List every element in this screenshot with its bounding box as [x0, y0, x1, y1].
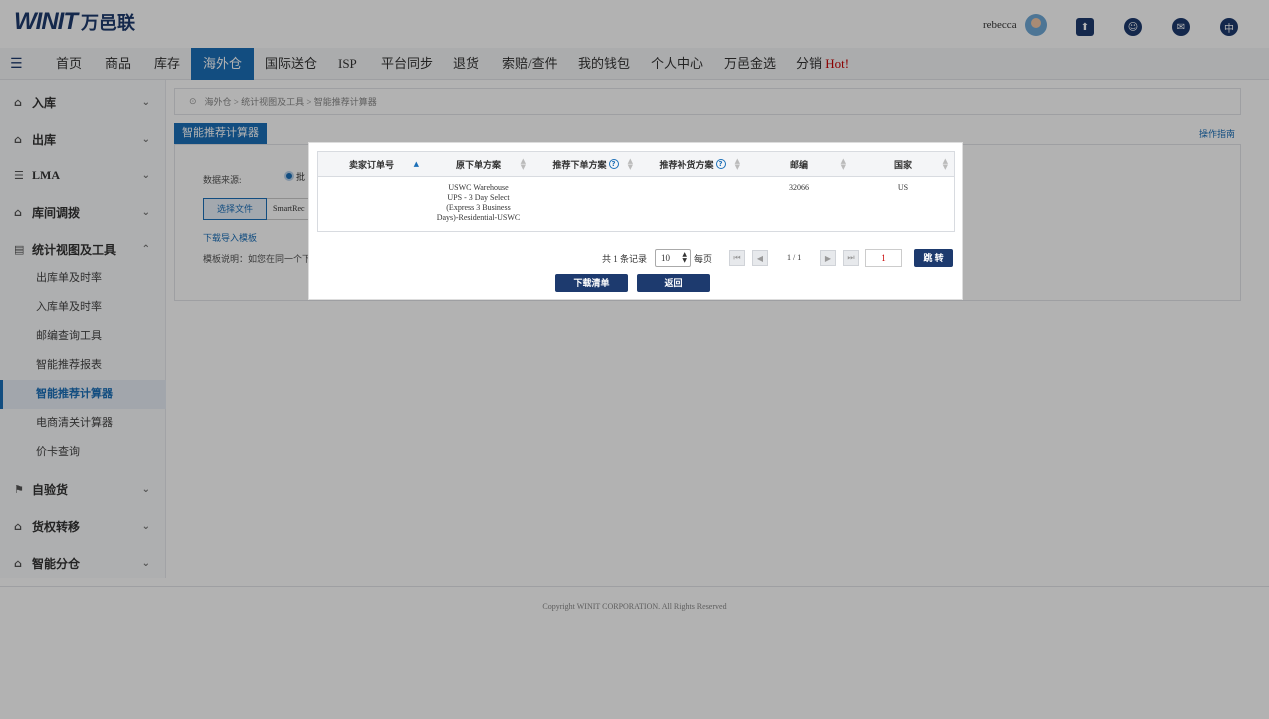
column-label: 原下单方案	[455, 159, 501, 170]
col-seller-order-no[interactable]: 卖家订单号 ▲	[318, 152, 425, 176]
page-jump-input[interactable]: 1	[865, 249, 902, 267]
column-label: 国家	[893, 159, 912, 170]
sort-icon[interactable]: ▲ ▼	[943, 158, 948, 171]
help-icon[interactable]: ?	[608, 159, 619, 169]
total-records: 共 1 条记录	[602, 254, 648, 264]
cell-recommended-restock	[639, 177, 746, 231]
column-label: 卖家订单号	[348, 159, 394, 170]
cell-zip: 32066	[789, 183, 809, 192]
last-page-icon[interactable]: ⏭	[843, 250, 859, 266]
jump-button[interactable]: 跳 转	[914, 249, 953, 267]
column-label: 推荐补货方案	[659, 159, 714, 170]
select-arrows-icon: ▲ ▼	[682, 251, 687, 264]
col-country[interactable]: 国家 ▲ ▼	[852, 152, 954, 176]
sort-icon[interactable]: ▲ ▼	[841, 158, 846, 171]
pagination: 共 1 条记录 10 ▲ ▼ 每页 ⏮ ◀ 1 / 1 ▶ ⏭ 1 跳 转	[309, 249, 964, 267]
cell-recommended-plan	[532, 177, 639, 231]
table-header: 卖家订单号 ▲ 原下单方案 ▲ ▼ 推荐下单方案? ▲ ▼ 推荐补货方案? ▲ ▼ 邮…	[318, 152, 954, 177]
first-page-icon[interactable]: ⏮	[729, 250, 745, 266]
back-button[interactable]: 返回	[637, 274, 710, 292]
col-original-plan[interactable]: 原下单方案 ▲ ▼	[425, 152, 532, 176]
download-list-button[interactable]: 下载清单	[555, 274, 628, 292]
original-plan-line: UPS - 3 Day Select	[447, 193, 510, 202]
cell-order-no	[318, 177, 425, 231]
page-info: 1 / 1	[787, 253, 802, 262]
help-icon[interactable]: ?	[715, 159, 726, 169]
original-plan-line: USWC Warehouse	[448, 183, 509, 192]
modal-overlay[interactable]	[0, 0, 1269, 719]
next-page-icon[interactable]: ▶	[820, 250, 836, 266]
sort-icon[interactable]: ▲ ▼	[735, 158, 740, 171]
sort-asc-icon[interactable]: ▲	[414, 161, 419, 168]
sort-icon[interactable]: ▲ ▼	[521, 158, 526, 171]
col-recommended-plan[interactable]: 推荐下单方案? ▲ ▼	[532, 152, 639, 176]
result-table: 卖家订单号 ▲ 原下单方案 ▲ ▼ 推荐下单方案? ▲ ▼ 推荐补货方案? ▲ ▼ 邮…	[317, 151, 955, 232]
cell-country: US	[897, 183, 909, 192]
original-plan-line: (Express 3 Business	[446, 203, 511, 212]
col-zip[interactable]: 邮编 ▲ ▼	[746, 152, 852, 176]
prev-page-icon[interactable]: ◀	[752, 250, 768, 266]
cell-original-plan: USWC Warehouse UPS - 3 Day Select (Expre…	[425, 177, 532, 231]
original-plan-line: Days)-Residential-USWC	[436, 213, 521, 222]
col-recommended-restock[interactable]: 推荐补货方案? ▲ ▼	[639, 152, 746, 176]
result-modal: 卖家订单号 ▲ 原下单方案 ▲ ▼ 推荐下单方案? ▲ ▼ 推荐补货方案? ▲ ▼ 邮…	[308, 142, 963, 300]
table-row: USWC Warehouse UPS - 3 Day Select (Expre…	[318, 177, 954, 231]
page-size-value: 10	[661, 253, 670, 263]
column-label: 邮编	[789, 159, 808, 170]
per-page-label: 每页	[694, 254, 713, 264]
column-label: 推荐下单方案	[552, 159, 607, 170]
page-size-select[interactable]: 10 ▲ ▼	[655, 249, 691, 267]
sort-icon[interactable]: ▲ ▼	[628, 158, 633, 171]
